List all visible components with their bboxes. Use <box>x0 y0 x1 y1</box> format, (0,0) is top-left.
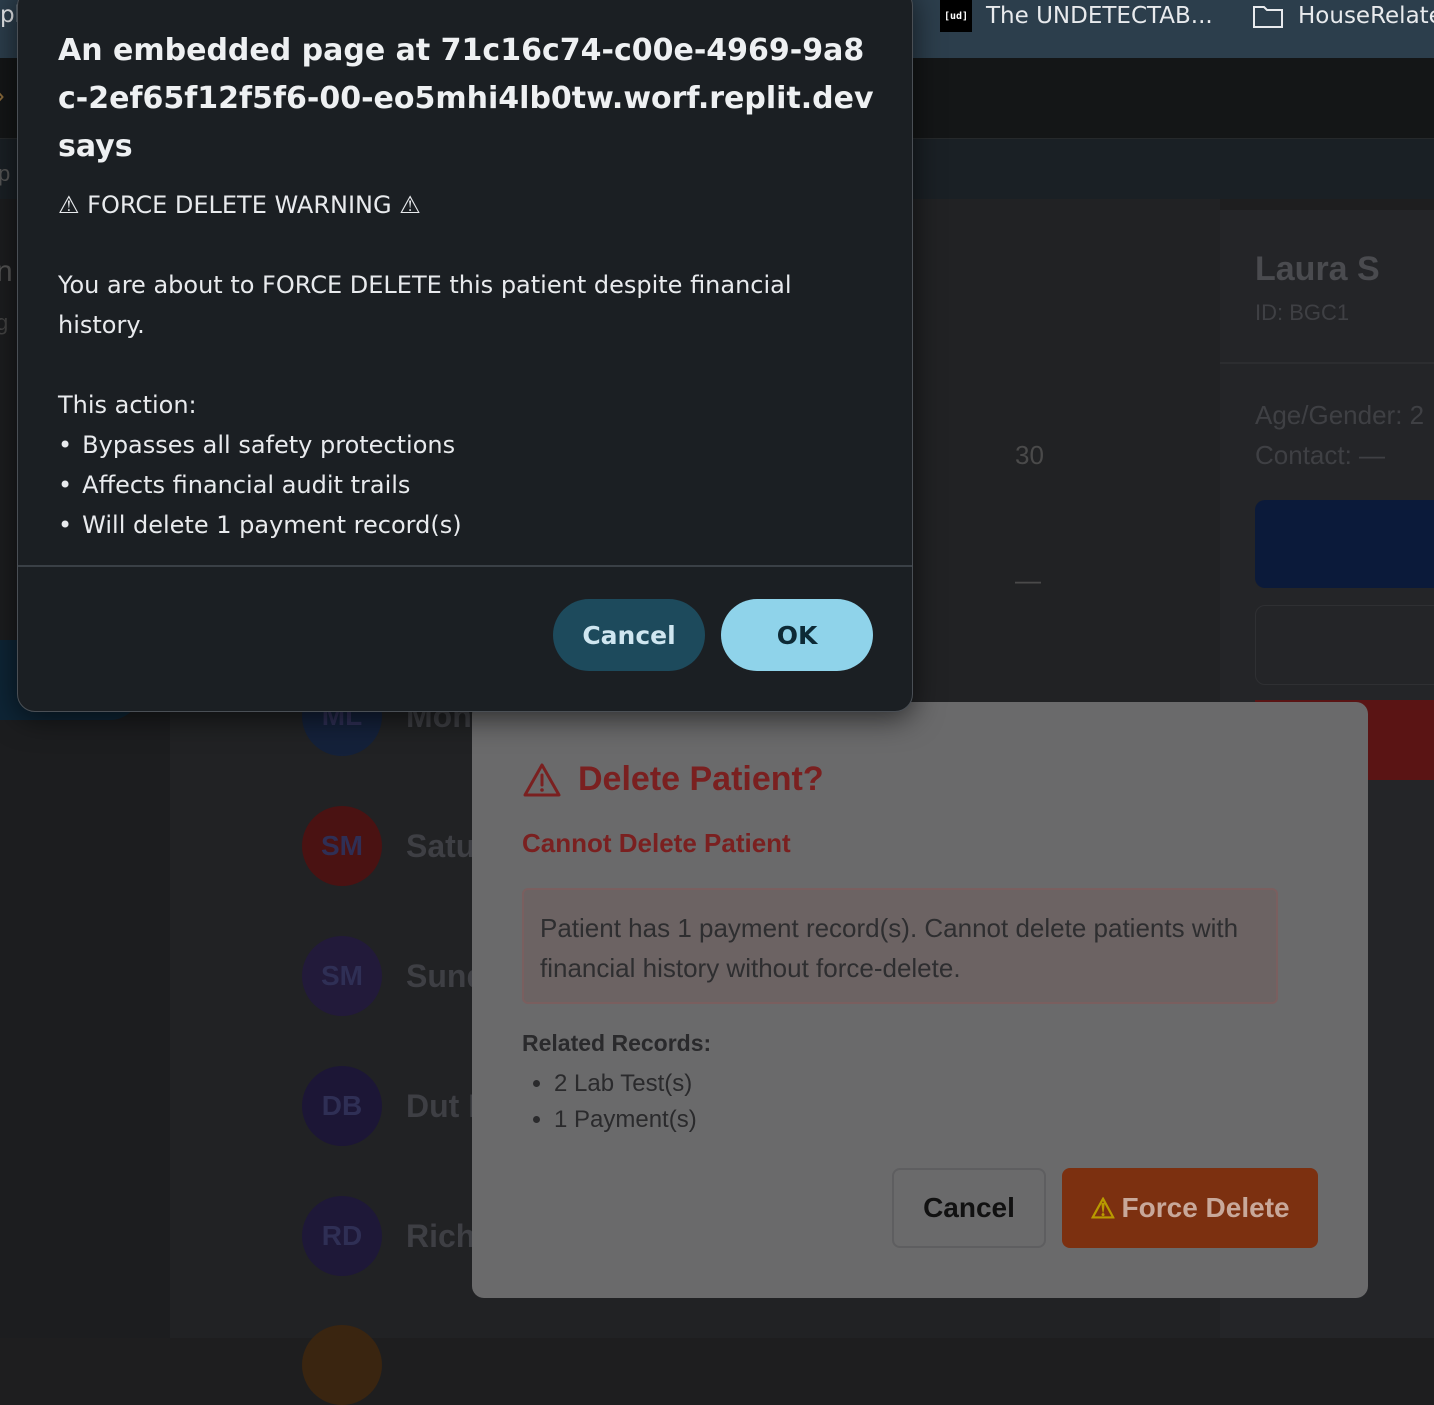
subheader-fragment: g <box>0 310 9 335</box>
dialog-cancel-button[interactable]: Cancel <box>553 599 705 671</box>
avatar: DB <box>302 1066 382 1146</box>
bullet-text: Bypasses all safety protections <box>82 431 456 459</box>
bullet-icon: • <box>58 511 73 539</box>
table-cell-value: 30 <box>1015 440 1044 470</box>
dialog-title: An embedded page at 71c16c74-c00e-4969-9… <box>58 33 874 164</box>
modal-subtitle: Cannot Delete Patient <box>522 828 791 858</box>
list-item: 1 Payment(s) <box>554 1102 697 1138</box>
force-delete-warning: ⚠ FORCE DELETE WARNING ⚠ <box>58 191 421 219</box>
patient-list-item[interactable]: DB Dut E <box>302 1066 490 1146</box>
cancel-button[interactable]: Cancel <box>892 1168 1046 1248</box>
list-item: • Bypasses all safety protections <box>58 425 878 465</box>
avatar: RD <box>302 1196 382 1276</box>
force-delete-label: Force Delete <box>1121 1192 1290 1223</box>
bullet-icon: • <box>58 431 73 459</box>
related-records-label: Related Records: <box>522 1030 712 1056</box>
patient-contact: Contact: — <box>1255 440 1386 470</box>
bookmark-folder-houserelate[interactable]: HouseRelate <box>1252 0 1434 32</box>
warning-triangle-icon <box>523 763 561 796</box>
chevron-right-icon[interactable]: › <box>0 80 5 111</box>
bookmark-label: The UNDETECTAB... <box>986 3 1213 29</box>
modal-title: Delete Patient? <box>522 760 824 799</box>
error-alert: Patient has 1 payment record(s). Cannot … <box>522 888 1278 1004</box>
patient-age-gender: Age/Gender: 2 <box>1255 400 1425 430</box>
warning-icon: ⚠ <box>1090 1192 1116 1224</box>
table-cell-dash: — <box>1015 565 1041 595</box>
dialog-message: ⚠ FORCE DELETE WARNING ⚠ You are about t… <box>58 185 878 545</box>
avatar: SM <box>302 806 382 886</box>
bullet-text: Will delete 1 payment record(s) <box>82 511 462 539</box>
force-delete-button[interactable]: ⚠ Force Delete <box>1062 1168 1318 1248</box>
divider <box>18 565 912 567</box>
modal-title-text: Delete Patient? <box>578 760 824 798</box>
bullet-text: Affects financial audit trails <box>82 471 411 499</box>
list-item: • Will delete 1 payment record(s) <box>58 505 878 545</box>
divider <box>1220 362 1434 364</box>
dialog-ok-button[interactable]: OK <box>721 599 873 671</box>
list-item: • Affects financial audit trails <box>58 465 878 505</box>
browser-confirm-dialog: An embedded page at 71c16c74-c00e-4969-9… <box>17 0 913 712</box>
secondary-action-button[interactable] <box>1255 605 1434 685</box>
dialog-message-text: You are about to FORCE DELETE this patie… <box>58 271 792 339</box>
patient-name: Laura S <box>1255 250 1380 288</box>
patient-list-item[interactable]: SM Satu <box>302 806 475 886</box>
related-records-list: 2 Lab Test(s) 1 Payment(s) <box>522 1066 697 1138</box>
bookmark-label: HouseRelate <box>1298 3 1434 29</box>
list-item: 2 Lab Test(s) <box>554 1066 697 1102</box>
patient-list-item[interactable]: SM Sund <box>302 936 486 1016</box>
patient-list-item[interactable]: RD Rich <box>302 1196 475 1276</box>
primary-action-button[interactable] <box>1255 500 1434 588</box>
header-fragment: n <box>0 255 13 288</box>
folder-icon <box>1253 6 1283 28</box>
sub-bar-fragment: p <box>0 161 11 186</box>
avatar: SM <box>302 936 382 1016</box>
patient-id: ID: BGC1 <box>1255 300 1350 325</box>
delete-patient-modal: Delete Patient? Cannot Delete Patient Pa… <box>472 702 1368 1298</box>
patient-list-name: Satu <box>406 827 476 864</box>
patient-list-name: Rich <box>406 1217 476 1254</box>
action-header: This action: <box>58 391 197 419</box>
avatar <box>302 1325 382 1405</box>
ud-logo-icon: [ud] <box>940 0 972 32</box>
bullet-icon: • <box>58 471 73 499</box>
bookmark-undetectable[interactable]: [ud] The UNDETECTAB... <box>940 0 1213 32</box>
